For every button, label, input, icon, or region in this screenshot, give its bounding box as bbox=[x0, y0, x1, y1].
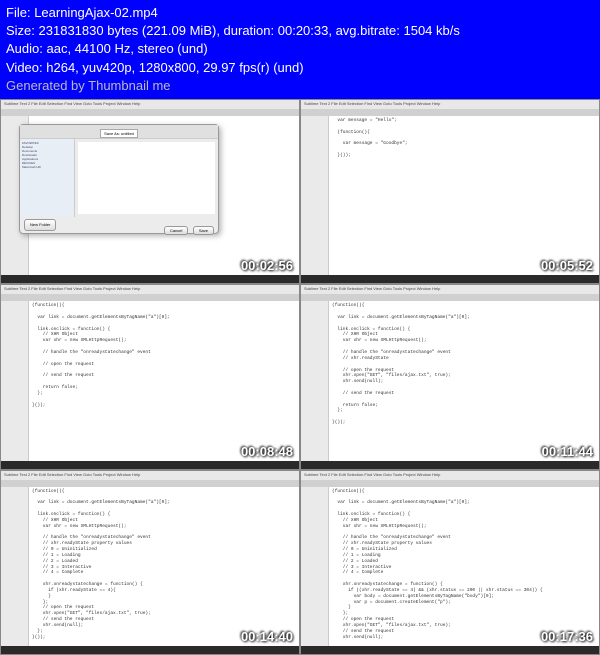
statusbar bbox=[301, 275, 599, 283]
menubar: Sublime Text 2 File Edit Selection Find … bbox=[301, 471, 599, 480]
thumbnail-1: Sublime Text 2 File Edit Selection Find … bbox=[0, 99, 300, 284]
tabbar bbox=[301, 109, 599, 116]
video-info: h264, yuv420p, 1280x800, 29.97 fps(r) (u… bbox=[46, 60, 303, 75]
sidebar bbox=[1, 487, 29, 646]
audio-info: aac, 44100 Hz, stereo (und) bbox=[47, 41, 208, 56]
sidebar bbox=[1, 301, 29, 460]
thumbnail-6: Sublime Text 2 File Edit Selection Find … bbox=[300, 470, 600, 655]
timestamp: 00:02:56 bbox=[241, 258, 293, 273]
statusbar bbox=[1, 461, 299, 469]
thumbnail-3: Sublime Text 2 File Edit Selection Find … bbox=[0, 284, 300, 469]
timestamp: 00:05:52 bbox=[541, 258, 593, 273]
menubar: Sublime Text 2 File Edit Selection Find … bbox=[1, 285, 299, 294]
code-editor[interactable]: (function(){ var link = document.getElem… bbox=[29, 487, 299, 646]
code-editor[interactable]: var message = "Hello"; (function(){ var … bbox=[329, 116, 599, 275]
cancel-button[interactable]: Cancel bbox=[164, 226, 188, 235]
tabbar bbox=[1, 294, 299, 301]
thumbnail-5: Sublime Text 2 File Edit Selection Find … bbox=[0, 470, 300, 655]
sidebar bbox=[301, 301, 329, 460]
thumbnail-2: Sublime Text 2 File Edit Selection Find … bbox=[300, 99, 600, 284]
code-editor[interactable]: (function(){ var link = document.getElem… bbox=[329, 487, 599, 646]
thumbnail-grid: Sublime Text 2 File Edit Selection Find … bbox=[0, 99, 600, 655]
file-size: 231831830 bytes (221.09 MiB), duration: … bbox=[39, 23, 460, 38]
tabbar bbox=[301, 480, 599, 487]
tabbar bbox=[1, 109, 299, 116]
menubar: Sublime Text 2 File Edit Selection Find … bbox=[1, 100, 299, 109]
sidebar bbox=[301, 487, 329, 646]
menubar: Sublime Text 2 File Edit Selection Find … bbox=[301, 285, 599, 294]
thumbnail-4: Sublime Text 2 File Edit Selection Find … bbox=[300, 284, 600, 469]
dialog-sidebar: FAVORITESDesktopDocumentsDownloadsApplic… bbox=[20, 139, 75, 217]
statusbar bbox=[1, 275, 299, 283]
statusbar bbox=[301, 461, 599, 469]
generated-by: Generated by Thumbnail me bbox=[6, 77, 594, 95]
timestamp: 00:14:40 bbox=[241, 629, 293, 644]
tabbar bbox=[1, 480, 299, 487]
code-editor[interactable]: (function(){ var link = document.getElem… bbox=[29, 301, 299, 460]
save-dialog: Save As: untitled FAVORITESDesktopDocume… bbox=[19, 124, 219, 234]
dialog-filelist[interactable] bbox=[78, 142, 215, 214]
new-folder-button[interactable]: New Folder bbox=[24, 219, 56, 231]
statusbar bbox=[1, 646, 299, 654]
menubar: Sublime Text 2 File Edit Selection Find … bbox=[1, 471, 299, 480]
save-button[interactable]: Save bbox=[193, 226, 214, 235]
timestamp: 00:11:44 bbox=[542, 444, 593, 459]
timestamp: 00:08:48 bbox=[241, 444, 293, 459]
statusbar bbox=[301, 646, 599, 654]
sidebar bbox=[301, 116, 329, 275]
file-name: LearningAjax-02.mp4 bbox=[34, 5, 158, 20]
menubar: Sublime Text 2 File Edit Selection Find … bbox=[301, 100, 599, 109]
timestamp: 00:17:36 bbox=[541, 629, 593, 644]
code-editor[interactable]: (function(){ var link = document.getElem… bbox=[329, 301, 599, 460]
info-header: File: LearningAjax-02.mp4 Size: 23183183… bbox=[0, 0, 600, 99]
saveas-field[interactable]: Save As: untitled bbox=[100, 129, 138, 138]
tabbar bbox=[301, 294, 599, 301]
